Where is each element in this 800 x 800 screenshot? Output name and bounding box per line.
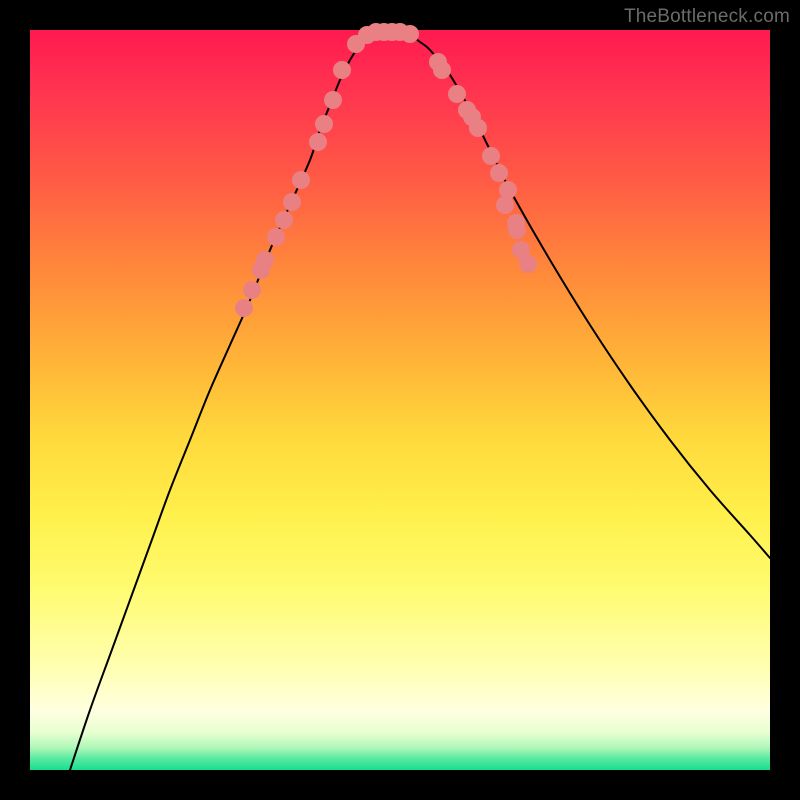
- data-marker: [401, 25, 419, 43]
- data-marker: [283, 193, 301, 211]
- data-marker: [243, 281, 261, 299]
- data-marker: [433, 61, 451, 79]
- data-marker: [448, 85, 466, 103]
- chart-svg: [30, 30, 770, 770]
- data-marker: [235, 299, 253, 317]
- data-marker: [490, 164, 508, 182]
- data-marker: [267, 228, 285, 246]
- data-marker: [309, 133, 327, 151]
- data-marker: [275, 211, 293, 229]
- data-marker: [499, 181, 517, 199]
- curve-path: [70, 32, 770, 770]
- data-marker: [315, 115, 333, 133]
- curve-line: [70, 32, 770, 770]
- data-marker: [292, 171, 310, 189]
- data-marker: [324, 91, 342, 109]
- data-marker: [508, 221, 526, 239]
- data-marker: [333, 61, 351, 79]
- data-marker: [256, 251, 274, 269]
- data-marker: [482, 147, 500, 165]
- data-marker: [519, 255, 537, 273]
- plot-area: [30, 30, 770, 770]
- chart-frame: TheBottleneck.com: [0, 0, 800, 800]
- data-marker: [469, 119, 487, 137]
- watermark-text: TheBottleneck.com: [624, 6, 790, 28]
- data-markers: [235, 23, 537, 317]
- data-marker: [496, 196, 514, 214]
